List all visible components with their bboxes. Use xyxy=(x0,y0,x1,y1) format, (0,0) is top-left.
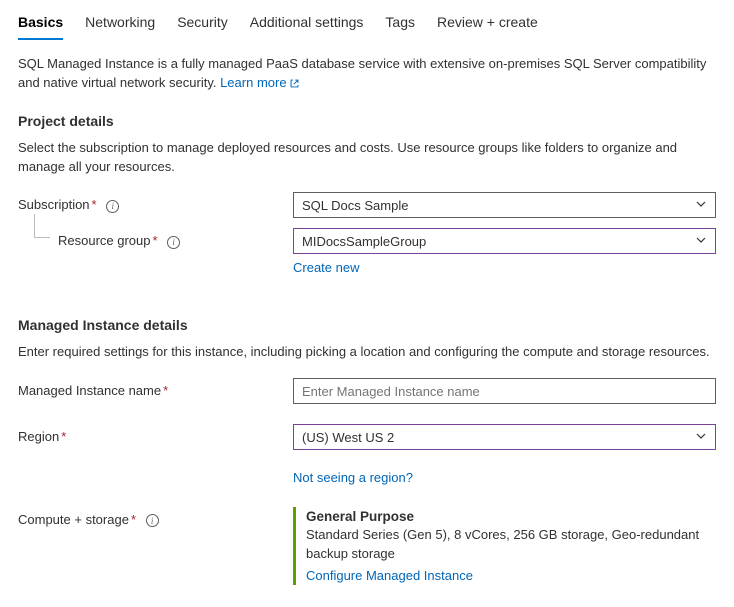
indent-line xyxy=(34,214,50,238)
compute-tier-title: General Purpose xyxy=(306,509,716,524)
learn-more-link[interactable]: Learn more xyxy=(220,75,299,90)
create-new-link[interactable]: Create new xyxy=(293,260,359,275)
managed-instance-header: Managed Instance details xyxy=(18,317,716,333)
tab-additional-settings[interactable]: Additional settings xyxy=(250,10,364,40)
configure-instance-link[interactable]: Configure Managed Instance xyxy=(306,568,473,583)
resource-group-value: MIDocsSampleGroup xyxy=(302,234,426,249)
tab-bar: Basics Networking Security Additional se… xyxy=(18,0,716,41)
resource-group-label: Resource group* i xyxy=(18,228,293,248)
info-icon[interactable]: i xyxy=(146,514,159,527)
info-icon[interactable]: i xyxy=(106,200,119,213)
compute-tier-sub: Standard Series (Gen 5), 8 vCores, 256 G… xyxy=(306,526,716,564)
intro-text: SQL Managed Instance is a fully managed … xyxy=(18,55,716,93)
chevron-down-icon xyxy=(695,430,707,445)
intro-body: SQL Managed Instance is a fully managed … xyxy=(18,56,706,90)
resource-group-select[interactable]: MIDocsSampleGroup xyxy=(293,228,716,254)
instance-name-input-wrapper xyxy=(293,378,716,404)
subscription-label: Subscription* i xyxy=(18,192,293,212)
instance-name-label: Managed Instance name* xyxy=(18,378,293,398)
region-label: Region* xyxy=(18,424,293,444)
info-icon[interactable]: i xyxy=(167,236,180,249)
compute-storage-label: Compute + storage* i xyxy=(18,507,293,527)
tab-basics[interactable]: Basics xyxy=(18,10,63,40)
subscription-value: SQL Docs Sample xyxy=(302,198,408,213)
external-link-icon xyxy=(289,78,300,90)
region-select[interactable]: (US) West US 2 xyxy=(293,424,716,450)
chevron-down-icon xyxy=(695,198,707,213)
chevron-down-icon xyxy=(695,234,707,249)
tab-networking[interactable]: Networking xyxy=(85,10,155,40)
project-details-header: Project details xyxy=(18,113,716,129)
project-details-desc: Select the subscription to manage deploy… xyxy=(18,139,716,177)
instance-name-input[interactable] xyxy=(302,384,707,399)
not-seeing-region-link[interactable]: Not seeing a region? xyxy=(293,470,413,485)
compute-summary: General Purpose Standard Series (Gen 5),… xyxy=(293,507,716,585)
tab-review-create[interactable]: Review + create xyxy=(437,10,538,40)
tab-security[interactable]: Security xyxy=(177,10,228,40)
subscription-select[interactable]: SQL Docs Sample xyxy=(293,192,716,218)
region-value: (US) West US 2 xyxy=(302,430,394,445)
managed-instance-desc: Enter required settings for this instanc… xyxy=(18,343,716,362)
tab-tags[interactable]: Tags xyxy=(385,10,415,40)
